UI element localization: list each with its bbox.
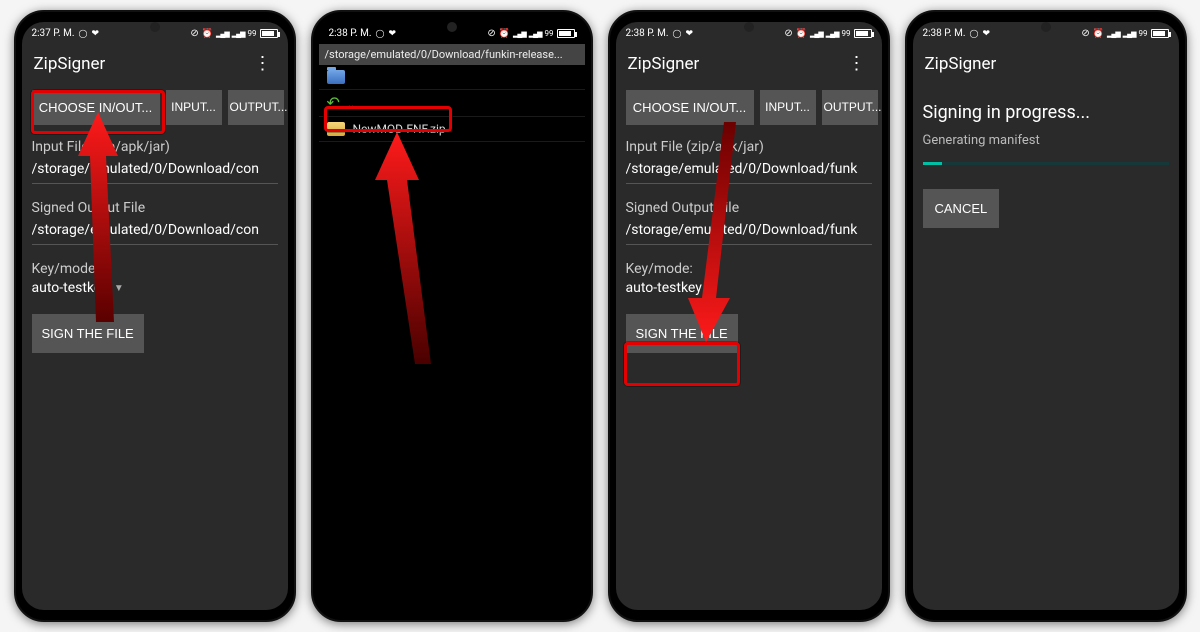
battery-icon	[854, 29, 872, 38]
phone-4: 2:38 P. M. 99 ZipSigner Signing in progr…	[905, 10, 1187, 622]
battery-pct: 99	[248, 29, 257, 38]
phone-1: 2:37 P. M. 99 ZipSigner ⋮ CHOOSE IN/OUT.…	[14, 10, 296, 622]
key-mode-value: auto-testkey	[32, 280, 108, 296]
dnd-icon	[190, 28, 198, 39]
choose-inout-button[interactable]: CHOOSE IN/OUT...	[32, 90, 160, 125]
folder-icon	[327, 70, 345, 84]
choose-inout-button[interactable]: CHOOSE IN/OUT...	[626, 90, 754, 125]
input-button[interactable]: INPUT...	[166, 90, 222, 125]
heart-icon	[388, 28, 396, 39]
signal-icon	[232, 28, 245, 39]
sign-file-button[interactable]: SIGN THE FILE	[32, 314, 144, 353]
battery-icon	[1151, 29, 1169, 38]
app-title: ZipSigner	[925, 54, 997, 74]
signal-icon	[513, 28, 526, 39]
signal-icon	[529, 28, 542, 39]
folder-row-root[interactable]	[319, 65, 585, 90]
alarm-icon	[202, 28, 213, 39]
more-icon[interactable]: ⋮	[844, 55, 870, 73]
signal-icon	[1123, 28, 1136, 39]
chevron-down-icon: ▼	[708, 283, 718, 294]
alarm-icon	[499, 28, 510, 39]
annotation-arrow-icon	[361, 132, 451, 372]
alarm-icon	[796, 28, 807, 39]
alarm-icon	[1093, 28, 1104, 39]
file-row-zip[interactable]: NewMOD-FNF.zip	[319, 117, 585, 142]
battery-icon	[260, 29, 278, 38]
zip-icon	[327, 122, 345, 136]
phone-2: 2:38 P. M. 99 /storage/emulated/0/Downlo…	[311, 10, 593, 622]
output-button[interactable]: OUTPUT...	[228, 90, 284, 125]
key-mode-dropdown[interactable]: auto-testkey ▼	[626, 280, 718, 296]
key-mode-dropdown[interactable]: auto-testkey ▼	[32, 280, 124, 296]
dnd-icon	[487, 28, 495, 39]
circle-icon	[672, 28, 681, 39]
status-bar: 2:38 P. M. 99	[913, 22, 1179, 44]
battery-pct: 99	[1139, 29, 1148, 38]
key-mode-label: Key/mode:	[626, 261, 872, 277]
status-time: 2:38 P. M.	[329, 28, 372, 39]
dnd-icon	[1081, 28, 1089, 39]
signal-icon	[810, 28, 823, 39]
key-mode-label: Key/mode:	[32, 261, 278, 277]
output-file-field[interactable]: /storage/emulated/0/Download/funk	[626, 216, 872, 245]
heart-icon	[982, 28, 990, 39]
status-bar: 2:38 P. M. 99	[319, 22, 585, 44]
status-time: 2:38 P. M.	[923, 28, 966, 39]
status-time: 2:38 P. M.	[626, 28, 669, 39]
status-time: 2:37 P. M.	[32, 28, 75, 39]
progress-title: Signing in progress...	[923, 102, 1169, 123]
key-mode-value: auto-testkey	[626, 280, 702, 296]
app-bar: ZipSigner ⋮	[616, 44, 882, 84]
output-file-field[interactable]: /storage/emulated/0/Download/con	[32, 216, 278, 245]
progress-subtitle: Generating manifest	[923, 133, 1169, 148]
phone-3: 2:38 P. M. 99 ZipSigner ⋮ CHOOSE IN/OUT.…	[608, 10, 890, 622]
progress-fill	[923, 162, 943, 165]
status-bar: 2:37 P. M. 99	[22, 22, 288, 44]
cancel-button[interactable]: CANCEL	[923, 189, 1000, 228]
circle-icon	[78, 28, 87, 39]
input-file-label: Input File (zip/apk/jar)	[626, 139, 872, 155]
heart-icon	[91, 28, 99, 39]
up-dir-label: ..	[348, 96, 354, 110]
circle-icon	[375, 28, 384, 39]
output-button[interactable]: OUTPUT...	[822, 90, 878, 125]
input-file-field[interactable]: /storage/emulated/0/Download/con	[32, 155, 278, 184]
app-bar: ZipSigner	[913, 44, 1179, 84]
output-file-label: Signed Output File	[626, 200, 872, 216]
signal-icon	[1107, 28, 1120, 39]
status-bar: 2:38 P. M. 99	[616, 22, 882, 44]
file-name: NewMOD-FNF.zip	[353, 122, 446, 136]
app-bar: ZipSigner ⋮	[22, 44, 288, 84]
battery-icon	[557, 29, 575, 38]
dnd-icon	[784, 28, 792, 39]
heart-icon	[685, 28, 693, 39]
input-file-label: Input File (zip/apk/jar)	[32, 139, 278, 155]
signal-icon	[826, 28, 839, 39]
app-title: ZipSigner	[34, 54, 106, 74]
path-bar: /storage/emulated/0/Download/funkin-rele…	[319, 44, 585, 65]
progress-bar	[923, 162, 1169, 165]
output-file-label: Signed Output File	[32, 200, 278, 216]
app-title: ZipSigner	[628, 54, 700, 74]
circle-icon	[969, 28, 978, 39]
up-arrow-icon: ↶	[327, 95, 340, 111]
input-file-field[interactable]: /storage/emulated/0/Download/funk	[626, 155, 872, 184]
input-button[interactable]: INPUT...	[760, 90, 816, 125]
folder-row-up[interactable]: ↶ ..	[319, 90, 585, 117]
battery-pct: 99	[545, 29, 554, 38]
battery-pct: 99	[842, 29, 851, 38]
more-icon[interactable]: ⋮	[250, 55, 276, 73]
sign-file-button[interactable]: SIGN THE FILE	[626, 314, 738, 353]
signal-icon	[216, 28, 229, 39]
chevron-down-icon: ▼	[114, 283, 124, 294]
